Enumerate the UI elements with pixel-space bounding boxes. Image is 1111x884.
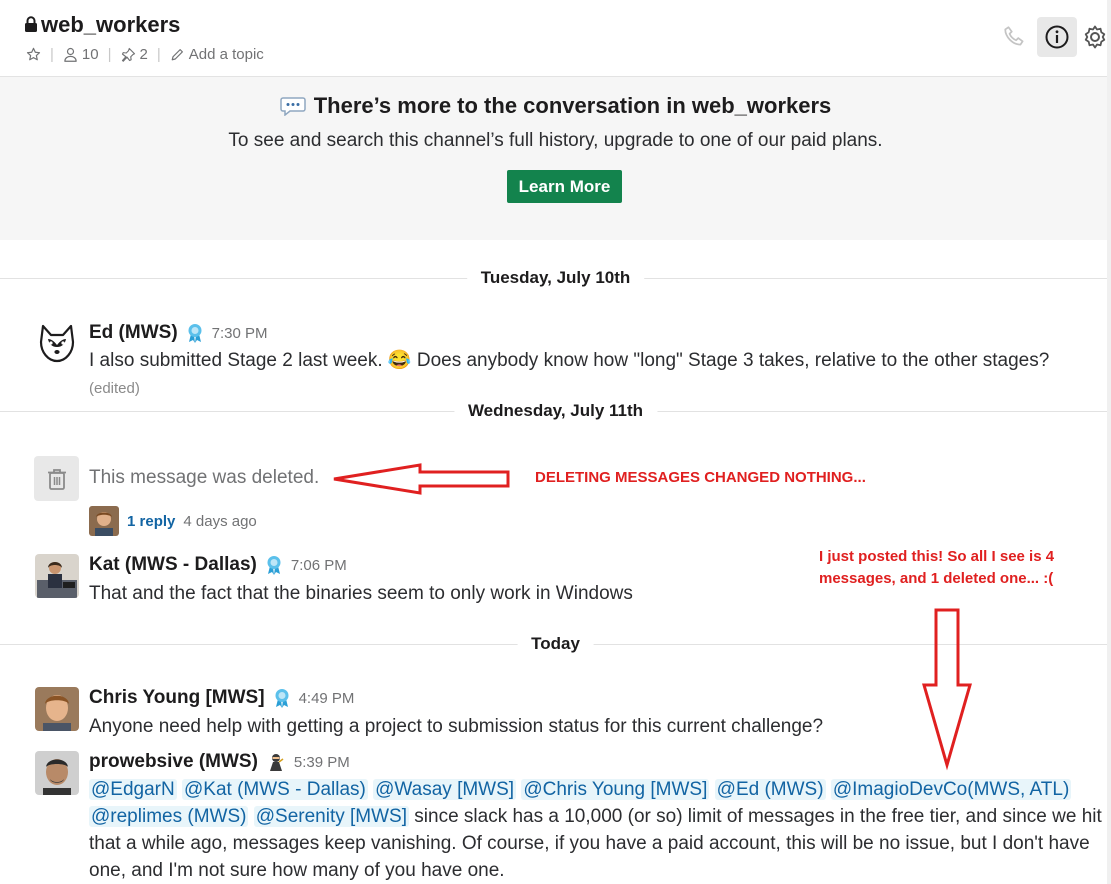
message-ed: Ed (MWS) 7:30 PM I also submitted Stage … <box>0 320 1111 397</box>
phone-icon <box>1004 26 1024 46</box>
add-topic-button[interactable]: Add a topic <box>170 46 264 63</box>
channel-meta: | 10 | 2 | Add a topic <box>26 46 264 63</box>
trash-icon <box>47 468 66 490</box>
message-body: I also submitted Stage 2 last week. 😂 Do… <box>89 347 1104 402</box>
banner-title-text: There’s more to the conversation in web_… <box>313 93 832 118</box>
ribbon-badge-icon <box>273 688 291 708</box>
message-text: Anyone need help with getting a project … <box>89 716 824 737</box>
ninja-emoji-icon <box>266 752 286 772</box>
upgrade-banner: There’s more to the conversation in web_… <box>0 77 1111 240</box>
annotation-note-line1: I just posted this! So all I see is 4 <box>819 548 1055 565</box>
pin-icon <box>121 47 135 62</box>
thread-summary[interactable]: 1 reply 4 days ago <box>89 506 257 536</box>
day-divider-label[interactable]: Today <box>517 634 594 654</box>
message-body: @EdgarN @Kat (MWS - Dallas) @Wasay [MWS]… <box>89 776 1104 884</box>
meta-separator: | <box>50 46 54 63</box>
author-name[interactable]: Kat (MWS - Dallas) <box>89 554 257 576</box>
star-button[interactable] <box>26 47 41 62</box>
message-header: Ed (MWS) 7:30 PM <box>89 322 268 344</box>
user-mention[interactable]: @Wasay [MWS] <box>373 779 517 800</box>
annotation-note-line2: messages, and 1 deleted one... :( <box>819 570 1054 587</box>
meta-separator: | <box>107 46 112 63</box>
channel-header: web_workers | 10 | 2 | Add a topic <box>0 0 1111 77</box>
ribbon-badge-icon <box>186 323 204 343</box>
info-icon <box>1045 25 1069 49</box>
message-prowebsive: prowebsive (MWS) 5:39 PM @EdgarN @Kat (M… <box>0 751 1111 884</box>
author-name[interactable]: Ed (MWS) <box>89 322 178 344</box>
message-header: prowebsive (MWS) 5:39 PM <box>89 751 350 773</box>
user-mention[interactable]: @Ed (MWS) <box>714 779 826 800</box>
author-name[interactable]: prowebsive (MWS) <box>89 751 258 773</box>
lock-icon <box>24 12 38 38</box>
user-mention[interactable]: @Chris Young [MWS] <box>521 779 710 800</box>
gear-icon <box>1084 25 1106 49</box>
avatar[interactable] <box>35 322 79 366</box>
day-divider: Tuesday, July 10th <box>0 268 1111 288</box>
speech-bubble-icon <box>279 97 306 116</box>
members-count: 10 <box>81 46 99 63</box>
ribbon-badge-icon <box>265 555 283 575</box>
pencil-icon <box>171 49 183 61</box>
learn-more-button[interactable]: Learn More <box>507 170 622 203</box>
user-mention[interactable]: @Serenity [MWS] <box>253 806 409 827</box>
user-mention[interactable]: @Kat (MWS - Dallas) <box>182 779 368 800</box>
banner-title: There’s more to the conversation in web_… <box>0 93 1111 119</box>
day-divider: Today <box>0 634 1111 654</box>
message-text: Does anybody know how "long" Stage 3 tak… <box>416 350 1050 371</box>
pins-button[interactable]: 2 <box>121 46 148 63</box>
deleted-message-text: This message was deleted. <box>89 467 320 488</box>
star-icon <box>26 47 41 61</box>
members-button[interactable]: 10 <box>63 46 99 63</box>
day-divider-label[interactable]: Tuesday, July 10th <box>466 268 645 288</box>
edited-label: (edited) <box>89 380 140 397</box>
call-button[interactable] <box>995 17 1035 57</box>
settings-button[interactable] <box>1080 17 1110 57</box>
reply-count-link[interactable]: 1 reply <box>127 513 175 530</box>
avatar[interactable] <box>35 554 79 598</box>
avatar[interactable] <box>35 687 79 731</box>
message-header: Chris Young [MWS] 4:49 PM <box>89 687 354 709</box>
day-divider: Wednesday, July 11th <box>0 401 1111 421</box>
timestamp[interactable]: 7:30 PM <box>212 325 268 342</box>
message-text: I also submitted Stage 2 last week. <box>89 350 383 371</box>
reply-avatar <box>89 506 119 536</box>
banner-subtitle: To see and search this channel’s full hi… <box>228 130 883 151</box>
last-reply-time: 4 days ago <box>183 512 257 530</box>
channel-details-button[interactable] <box>1037 17 1077 57</box>
channel-name: web_workers <box>41 12 181 37</box>
timestamp[interactable]: 4:49 PM <box>299 690 355 707</box>
scrollbar[interactable] <box>1107 0 1111 884</box>
joy-emoji: 😂 <box>387 350 412 371</box>
banner-wave-edge <box>0 228 1111 238</box>
avatar[interactable] <box>35 751 79 795</box>
left-arrow-icon <box>333 463 510 495</box>
husky-avatar-icon <box>39 324 75 363</box>
user-mention[interactable]: @replimes (MWS) <box>89 806 249 827</box>
pins-count: 2 <box>139 46 148 63</box>
message-chris: Chris Young [MWS] 4:49 PM Anyone need he… <box>0 687 1111 747</box>
user-mention[interactable]: @EdgarN <box>89 779 177 800</box>
person-icon <box>64 47 77 62</box>
deleted-message-avatar <box>34 456 79 501</box>
channel-title[interactable]: web_workers <box>24 12 180 38</box>
annotation-deleting: DELETING MESSAGES CHANGED NOTHING... <box>535 469 866 486</box>
timestamp[interactable]: 5:39 PM <box>294 754 350 771</box>
user-mention[interactable]: @ImagioDevCo(MWS, ATL) <box>830 779 1072 800</box>
day-divider-label[interactable]: Wednesday, July 11th <box>453 401 658 421</box>
add-topic-label: Add a topic <box>188 46 264 63</box>
message-header: Kat (MWS - Dallas) 7:06 PM <box>89 554 347 576</box>
timestamp[interactable]: 7:06 PM <box>291 557 347 574</box>
author-name[interactable]: Chris Young [MWS] <box>89 687 265 709</box>
meta-separator: | <box>156 46 161 63</box>
